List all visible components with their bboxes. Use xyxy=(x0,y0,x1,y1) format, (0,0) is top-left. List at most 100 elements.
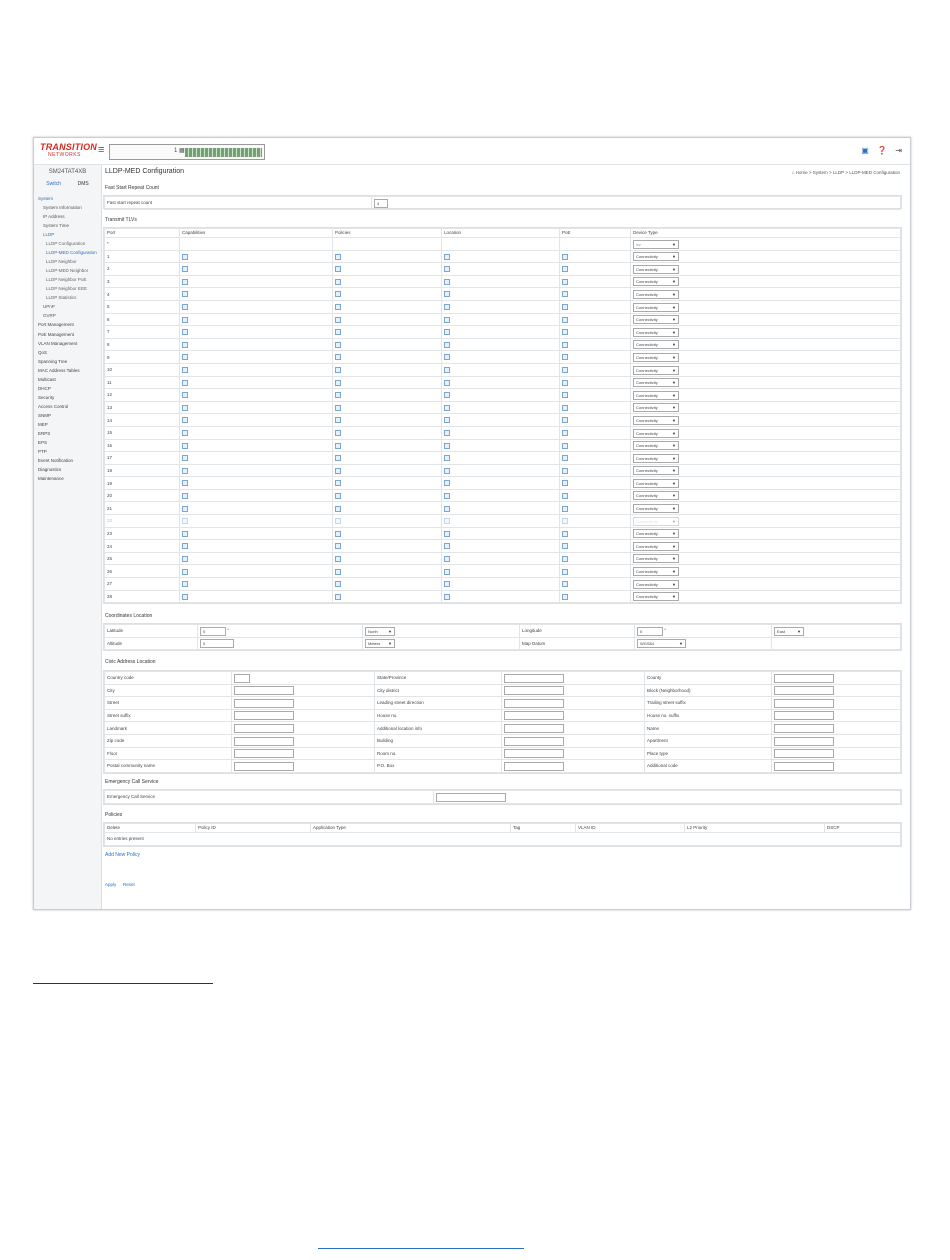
location-checkbox[interactable] xyxy=(444,442,450,449)
policies-checkbox[interactable] xyxy=(335,417,341,424)
location-checkbox[interactable] xyxy=(444,543,450,550)
device-type-select[interactable]: Connectivity xyxy=(633,277,679,287)
device-type-select[interactable]: Connectivity xyxy=(633,466,679,476)
policies-checkbox[interactable] xyxy=(335,329,341,336)
civic-field-input[interactable] xyxy=(504,698,564,708)
poe-checkbox[interactable] xyxy=(562,568,568,575)
civic-field-input[interactable] xyxy=(234,723,294,733)
poe-checkbox[interactable] xyxy=(562,581,568,588)
location-checkbox[interactable] xyxy=(444,404,450,411)
policies-checkbox[interactable] xyxy=(335,392,341,399)
sidebar-item[interactable]: PoE Management xyxy=(38,332,74,337)
capabilities-checkbox[interactable] xyxy=(182,480,188,487)
location-checkbox[interactable] xyxy=(444,291,450,298)
poe-checkbox[interactable] xyxy=(562,442,568,449)
capabilities-checkbox[interactable] xyxy=(182,354,188,361)
sidebar-item[interactable]: EPS xyxy=(38,440,47,445)
location-checkbox[interactable] xyxy=(444,455,450,462)
sidebar-item[interactable]: VLAN Management xyxy=(38,341,77,346)
poe-checkbox[interactable] xyxy=(562,543,568,550)
policies-checkbox[interactable] xyxy=(335,543,341,550)
poe-checkbox[interactable] xyxy=(562,417,568,424)
poe-checkbox[interactable] xyxy=(562,455,568,462)
policies-checkbox[interactable] xyxy=(335,253,341,260)
device-type-select[interactable]: Connectivity xyxy=(633,541,679,551)
device-type-select[interactable]: Connectivity xyxy=(633,390,679,400)
sidebar-item[interactable]: System xyxy=(38,196,53,201)
civic-field-input[interactable] xyxy=(774,673,834,683)
civic-field-input[interactable] xyxy=(774,698,834,708)
poe-checkbox[interactable] xyxy=(562,518,568,525)
policies-checkbox[interactable] xyxy=(335,354,341,361)
device-type-select[interactable]: Connectivity xyxy=(633,264,679,274)
add-new-policy-button[interactable]: Add New Policy xyxy=(105,852,140,858)
capabilities-checkbox[interactable] xyxy=(182,278,188,285)
longitude-input[interactable]: 0 xyxy=(637,626,663,636)
location-checkbox[interactable] xyxy=(444,329,450,336)
location-checkbox[interactable] xyxy=(444,379,450,386)
civic-field-input[interactable] xyxy=(234,749,294,759)
altitude-input[interactable]: 0 xyxy=(200,639,234,649)
capabilities-checkbox[interactable] xyxy=(182,455,188,462)
sidebar-item[interactable]: Maintenance xyxy=(38,476,64,481)
location-checkbox[interactable] xyxy=(444,341,450,348)
sidebar-item[interactable]: ERPS xyxy=(38,431,50,436)
civic-field-input[interactable] xyxy=(504,673,564,683)
location-checkbox[interactable] xyxy=(444,581,450,588)
poe-checkbox[interactable] xyxy=(562,392,568,399)
sidebar-item[interactable]: MAC Address Tables xyxy=(38,368,80,373)
location-checkbox[interactable] xyxy=(444,430,450,437)
sidebar-item[interactable]: LLDP xyxy=(43,232,54,237)
sidebar-item[interactable]: DHCP xyxy=(38,386,51,391)
apply-button[interactable]: Apply xyxy=(105,882,116,887)
policies-checkbox[interactable] xyxy=(335,278,341,285)
capabilities-checkbox[interactable] xyxy=(182,581,188,588)
device-type-select[interactable]: Connectivity xyxy=(633,567,679,577)
device-type-select[interactable]: Connectivity xyxy=(633,516,679,526)
location-checkbox[interactable] xyxy=(444,480,450,487)
poe-checkbox[interactable] xyxy=(562,430,568,437)
fast-start-input[interactable]: 4 xyxy=(374,198,388,208)
latitude-input[interactable]: 0 xyxy=(200,626,226,636)
civic-field-input[interactable] xyxy=(504,686,564,696)
altitude-unit-select[interactable]: Meters xyxy=(365,639,395,649)
policies-checkbox[interactable] xyxy=(335,442,341,449)
location-checkbox[interactable] xyxy=(444,354,450,361)
policies-checkbox[interactable] xyxy=(335,266,341,273)
save-icon[interactable]: ▣ xyxy=(861,146,869,155)
port-status-panel[interactable]: 1 ▦ xyxy=(109,144,265,160)
policies-checkbox[interactable] xyxy=(335,555,341,562)
location-checkbox[interactable] xyxy=(444,467,450,474)
sidebar-item[interactable]: LLDP Neighbor EEE xyxy=(46,286,87,291)
civic-field-input[interactable] xyxy=(774,761,834,771)
location-checkbox[interactable] xyxy=(444,417,450,424)
civic-field-input[interactable] xyxy=(504,761,564,771)
location-checkbox[interactable] xyxy=(444,304,450,311)
poe-checkbox[interactable] xyxy=(562,354,568,361)
menu-toggle-icon[interactable]: ≡ xyxy=(98,144,104,156)
capabilities-checkbox[interactable] xyxy=(182,253,188,260)
location-checkbox[interactable] xyxy=(444,316,450,323)
device-type-select[interactable]: Connectivity xyxy=(633,352,679,362)
policies-checkbox[interactable] xyxy=(335,505,341,512)
sidebar-item[interactable]: Port Management xyxy=(38,322,74,327)
policies-checkbox[interactable] xyxy=(335,341,341,348)
poe-checkbox[interactable] xyxy=(562,492,568,499)
policies-checkbox[interactable] xyxy=(335,492,341,499)
sidebar-item[interactable]: LLDP Configuration xyxy=(46,241,85,246)
tab-dms[interactable]: DMS xyxy=(78,181,89,187)
poe-checkbox[interactable] xyxy=(562,266,568,273)
civic-field-input[interactable] xyxy=(774,723,834,733)
device-type-select[interactable]: Connectivity xyxy=(633,441,679,451)
capabilities-checkbox[interactable] xyxy=(182,266,188,273)
capabilities-checkbox[interactable] xyxy=(182,316,188,323)
logout-icon[interactable]: ⇥ xyxy=(895,146,902,155)
capabilities-checkbox[interactable] xyxy=(182,555,188,562)
policies-checkbox[interactable] xyxy=(335,581,341,588)
location-checkbox[interactable] xyxy=(444,505,450,512)
poe-checkbox[interactable] xyxy=(562,530,568,537)
poe-checkbox[interactable] xyxy=(562,505,568,512)
device-type-select[interactable]: Connectivity xyxy=(633,453,679,463)
policies-checkbox[interactable] xyxy=(335,304,341,311)
device-type-select[interactable]: Connectivity xyxy=(633,340,679,350)
